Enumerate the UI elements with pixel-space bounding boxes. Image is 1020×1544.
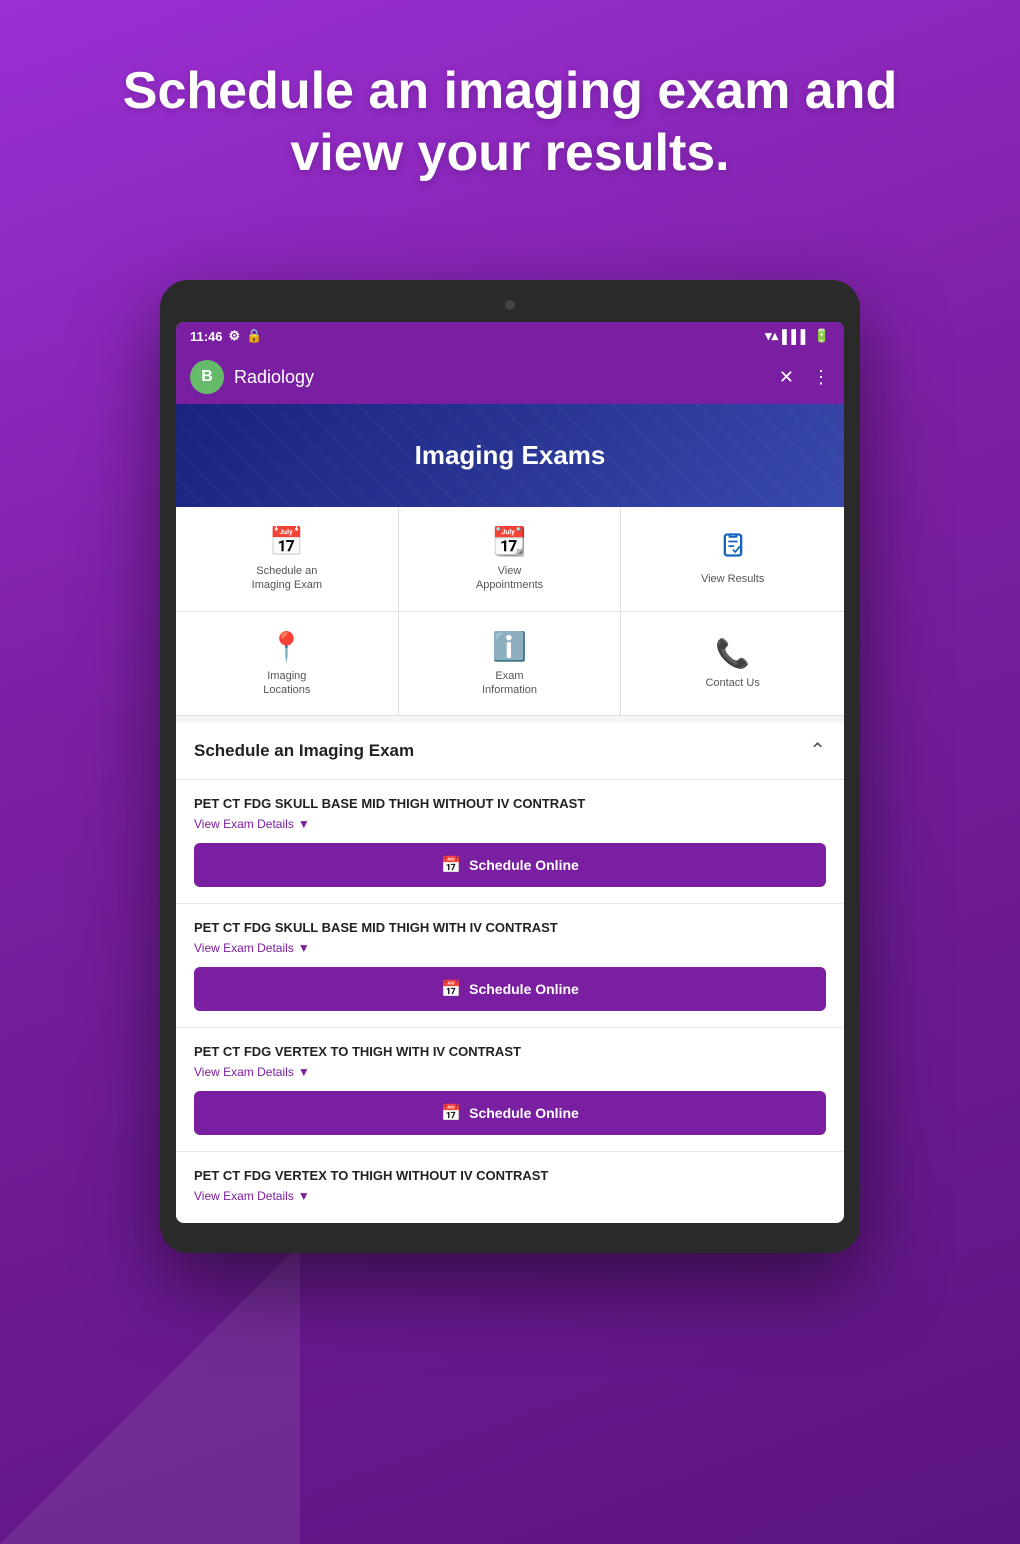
hero-title: Schedule an imaging exam and view your r… <box>80 60 940 185</box>
calendar-icon: 📅 <box>441 855 461 875</box>
triangle-decoration <box>0 1244 300 1544</box>
chevron-down-icon: ▼ <box>298 1189 310 1203</box>
schedule-btn-label: Schedule Online <box>469 1105 579 1121</box>
view-exam-details-link-4[interactable]: View Exam Details ▼ <box>194 1189 826 1203</box>
tablet-device: 11:46 ⚙ 🔒 ▾▴ ▌▌▌ 🔋 B Radiology ✕ ⋮ Imagi… <box>160 280 860 1253</box>
action-locations[interactable]: 📍 ImagingLocations <box>176 612 399 716</box>
wifi-icon: ▾▴ <box>765 328 778 344</box>
status-bar: 11:46 ⚙ 🔒 ▾▴ ▌▌▌ 🔋 <box>176 322 844 350</box>
camera-dot <box>505 300 515 310</box>
status-bar-left: 11:46 ⚙ 🔒 <box>190 328 262 344</box>
action-results-label: View Results <box>701 572 764 586</box>
action-contact[interactable]: 📞 Contact Us <box>621 612 844 716</box>
schedule-section: Schedule an Imaging Exam ⌃ PET CT FDG SK… <box>176 722 844 1223</box>
exam-item-partial: PET CT FDG VERTEX TO THIGH WITHOUT IV CO… <box>176 1152 844 1223</box>
quick-actions-grid: 📅 Schedule anImaging Exam 📆 ViewAppointm… <box>176 507 844 716</box>
lock-icon: 🔒 <box>246 328 262 344</box>
exam-name: PET CT FDG SKULL BASE MID THIGH WITH IV … <box>194 920 826 935</box>
schedule-online-button-3[interactable]: 📅 Schedule Online <box>194 1091 826 1135</box>
gear-icon: ⚙ <box>229 328 241 344</box>
app-title: Radiology <box>234 367 779 388</box>
battery-icon: 🔋 <box>814 328 830 344</box>
chevron-down-icon: ▼ <box>298 941 310 955</box>
collapse-icon[interactable]: ⌃ <box>809 738 826 763</box>
results-clipboard-icon <box>719 531 747 566</box>
schedule-online-button-2[interactable]: 📅 Schedule Online <box>194 967 826 1011</box>
appointments-calendar-icon: 📆 <box>492 525 527 558</box>
exam-item: PET CT FDG SKULL BASE MID THIGH WITHOUT … <box>176 780 844 904</box>
view-exam-details-link-3[interactable]: View Exam Details ▼ <box>194 1065 826 1079</box>
app-bar-actions: ✕ ⋮ <box>779 367 830 388</box>
exam-name: PET CT FDG VERTEX TO THIGH WITHOUT IV CO… <box>194 1168 826 1183</box>
action-appointments-label: ViewAppointments <box>476 564 543 593</box>
chevron-down-icon: ▼ <box>298 1065 310 1079</box>
schedule-section-title: Schedule an Imaging Exam <box>194 741 414 761</box>
exam-item: PET CT FDG VERTEX TO THIGH WITH IV CONTR… <box>176 1028 844 1152</box>
overflow-menu-button[interactable]: ⋮ <box>812 367 830 388</box>
signal-icon: ▌▌▌ <box>782 329 810 344</box>
action-locations-label: ImagingLocations <box>263 669 310 698</box>
status-time: 11:46 <box>190 329 223 344</box>
banner-title: Imaging Exams <box>196 440 824 471</box>
info-circle-icon: ℹ️ <box>492 630 527 663</box>
close-button[interactable]: ✕ <box>779 367 794 388</box>
status-bar-right: ▾▴ ▌▌▌ 🔋 <box>765 328 830 344</box>
chevron-down-icon: ▼ <box>298 817 310 831</box>
schedule-section-header[interactable]: Schedule an Imaging Exam ⌃ <box>176 722 844 780</box>
view-exam-details-link-2[interactable]: View Exam Details ▼ <box>194 941 826 955</box>
action-results[interactable]: View Results <box>621 507 844 612</box>
app-bar: B Radiology ✕ ⋮ <box>176 350 844 404</box>
schedule-btn-label: Schedule Online <box>469 857 579 873</box>
hero-section: Schedule an imaging exam and view your r… <box>0 0 1020 225</box>
schedule-online-button-1[interactable]: 📅 Schedule Online <box>194 843 826 887</box>
location-pin-icon: 📍 <box>269 630 304 663</box>
view-exam-details-link-1[interactable]: View Exam Details ▼ <box>194 817 826 831</box>
exam-name: PET CT FDG VERTEX TO THIGH WITH IV CONTR… <box>194 1044 826 1059</box>
action-information[interactable]: ℹ️ ExamInformation <box>399 612 622 716</box>
schedule-btn-label: Schedule Online <box>469 981 579 997</box>
banner: Imaging Exams <box>176 404 844 507</box>
avatar: B <box>190 360 224 394</box>
action-contact-label: Contact Us <box>705 676 759 690</box>
exam-name: PET CT FDG SKULL BASE MID THIGH WITHOUT … <box>194 796 826 811</box>
calendar-icon: 📅 <box>441 979 461 999</box>
schedule-calendar-icon: 📅 <box>269 525 304 558</box>
phone-icon: 📞 <box>715 637 750 670</box>
action-information-label: ExamInformation <box>482 669 537 698</box>
exam-item: PET CT FDG SKULL BASE MID THIGH WITH IV … <box>176 904 844 1028</box>
action-schedule[interactable]: 📅 Schedule anImaging Exam <box>176 507 399 612</box>
action-schedule-label: Schedule anImaging Exam <box>252 564 322 593</box>
calendar-icon: 📅 <box>441 1103 461 1123</box>
action-appointments[interactable]: 📆 ViewAppointments <box>399 507 622 612</box>
app-screen: 11:46 ⚙ 🔒 ▾▴ ▌▌▌ 🔋 B Radiology ✕ ⋮ Imagi… <box>176 322 844 1223</box>
